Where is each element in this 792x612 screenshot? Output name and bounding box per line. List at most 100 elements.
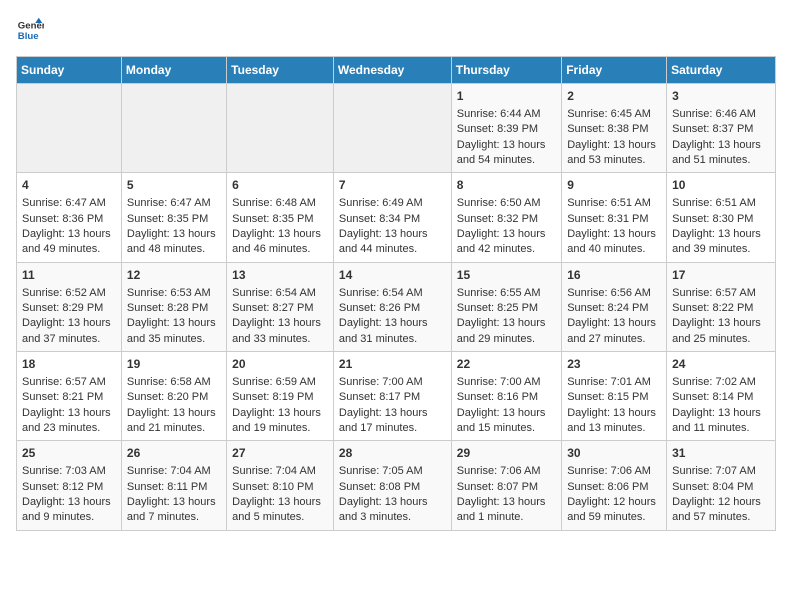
calendar-cell: 20Sunrise: 6:59 AMSunset: 8:19 PMDayligh… xyxy=(227,352,334,441)
calendar-cell: 5Sunrise: 6:47 AMSunset: 8:35 PMDaylight… xyxy=(121,173,226,262)
sunrise-text: Sunrise: 6:51 AM xyxy=(672,196,770,211)
day-number: 26 xyxy=(127,445,221,462)
day-number: 2 xyxy=(567,88,661,105)
calendar-cell: 22Sunrise: 7:00 AMSunset: 8:16 PMDayligh… xyxy=(451,352,561,441)
daylight-text: Daylight: 13 hours and 27 minutes. xyxy=(567,316,661,347)
day-number: 17 xyxy=(672,267,770,284)
svg-text:Blue: Blue xyxy=(18,31,39,42)
day-number: 4 xyxy=(22,177,116,194)
week-row-3: 11Sunrise: 6:52 AMSunset: 8:29 PMDayligh… xyxy=(17,262,776,351)
column-header-friday: Friday xyxy=(562,57,667,84)
daylight-text: Daylight: 13 hours and 51 minutes. xyxy=(672,138,770,169)
daylight-text: Daylight: 13 hours and 25 minutes. xyxy=(672,316,770,347)
calendar-cell: 26Sunrise: 7:04 AMSunset: 8:11 PMDayligh… xyxy=(121,441,226,530)
daylight-text: Daylight: 13 hours and 39 minutes. xyxy=(672,227,770,258)
day-number: 7 xyxy=(339,177,446,194)
calendar-cell: 1Sunrise: 6:44 AMSunset: 8:39 PMDaylight… xyxy=(451,84,561,173)
sunrise-text: Sunrise: 6:58 AM xyxy=(127,375,221,390)
calendar-cell: 16Sunrise: 6:56 AMSunset: 8:24 PMDayligh… xyxy=(562,262,667,351)
calendar-cell: 9Sunrise: 6:51 AMSunset: 8:31 PMDaylight… xyxy=(562,173,667,262)
day-number: 22 xyxy=(457,356,556,373)
calendar-cell: 28Sunrise: 7:05 AMSunset: 8:08 PMDayligh… xyxy=(333,441,451,530)
header-row: SundayMondayTuesdayWednesdayThursdayFrid… xyxy=(17,57,776,84)
sunrise-text: Sunrise: 7:05 AM xyxy=(339,464,446,479)
sunrise-text: Sunrise: 6:46 AM xyxy=(672,107,770,122)
day-number: 3 xyxy=(672,88,770,105)
sunrise-text: Sunrise: 7:03 AM xyxy=(22,464,116,479)
sunset-text: Sunset: 8:28 PM xyxy=(127,301,221,316)
sunset-text: Sunset: 8:04 PM xyxy=(672,480,770,495)
daylight-text: Daylight: 13 hours and 15 minutes. xyxy=(457,406,556,437)
logo: General Blue xyxy=(16,16,44,44)
sunrise-text: Sunrise: 6:56 AM xyxy=(567,286,661,301)
daylight-text: Daylight: 13 hours and 42 minutes. xyxy=(457,227,556,258)
daylight-text: Daylight: 13 hours and 11 minutes. xyxy=(672,406,770,437)
calendar-cell xyxy=(17,84,122,173)
daylight-text: Daylight: 13 hours and 23 minutes. xyxy=(22,406,116,437)
daylight-text: Daylight: 12 hours and 59 minutes. xyxy=(567,495,661,526)
daylight-text: Daylight: 13 hours and 35 minutes. xyxy=(127,316,221,347)
sunrise-text: Sunrise: 6:45 AM xyxy=(567,107,661,122)
sunset-text: Sunset: 8:39 PM xyxy=(457,122,556,137)
sunrise-text: Sunrise: 6:48 AM xyxy=(232,196,328,211)
daylight-text: Daylight: 13 hours and 1 minute. xyxy=(457,495,556,526)
calendar-cell: 3 Sunrise: 6:46 AMSunset: 8:37 PMDaylight… xyxy=(667,84,776,173)
calendar-cell: 8Sunrise: 6:50 AMSunset: 8:32 PMDaylight… xyxy=(451,173,561,262)
daylight-text: Daylight: 13 hours and 37 minutes. xyxy=(22,316,116,347)
daylight-text: Daylight: 13 hours and 44 minutes. xyxy=(339,227,446,258)
week-row-1: 1Sunrise: 6:44 AMSunset: 8:39 PMDaylight… xyxy=(17,84,776,173)
day-number: 14 xyxy=(339,267,446,284)
calendar-cell: 14Sunrise: 6:54 AMSunset: 8:26 PMDayligh… xyxy=(333,262,451,351)
day-number: 31 xyxy=(672,445,770,462)
daylight-text: Daylight: 13 hours and 5 minutes. xyxy=(232,495,328,526)
day-number: 27 xyxy=(232,445,328,462)
sunset-text: Sunset: 8:29 PM xyxy=(22,301,116,316)
sunrise-text: Sunrise: 6:54 AM xyxy=(232,286,328,301)
day-number: 21 xyxy=(339,356,446,373)
daylight-text: Daylight: 13 hours and 54 minutes. xyxy=(457,138,556,169)
sunset-text: Sunset: 8:32 PM xyxy=(457,212,556,227)
calendar-cell: 29Sunrise: 7:06 AMSunset: 8:07 PMDayligh… xyxy=(451,441,561,530)
sunset-text: Sunset: 8:35 PM xyxy=(127,212,221,227)
daylight-text: Daylight: 13 hours and 49 minutes. xyxy=(22,227,116,258)
sunset-text: Sunset: 8:37 PM xyxy=(672,122,770,137)
daylight-text: Daylight: 13 hours and 29 minutes. xyxy=(457,316,556,347)
calendar-table: SundayMondayTuesdayWednesdayThursdayFrid… xyxy=(16,56,776,531)
sunset-text: Sunset: 8:19 PM xyxy=(232,390,328,405)
sunset-text: Sunset: 8:11 PM xyxy=(127,480,221,495)
sunset-text: Sunset: 8:26 PM xyxy=(339,301,446,316)
sunrise-text: Sunrise: 7:01 AM xyxy=(567,375,661,390)
sunset-text: Sunset: 8:15 PM xyxy=(567,390,661,405)
day-number: 20 xyxy=(232,356,328,373)
sunset-text: Sunset: 8:25 PM xyxy=(457,301,556,316)
sunrise-text: Sunrise: 7:07 AM xyxy=(672,464,770,479)
sunrise-text: Sunrise: 6:57 AM xyxy=(22,375,116,390)
day-number: 23 xyxy=(567,356,661,373)
sunset-text: Sunset: 8:34 PM xyxy=(339,212,446,227)
calendar-cell xyxy=(333,84,451,173)
calendar-cell: 30Sunrise: 7:06 AMSunset: 8:06 PMDayligh… xyxy=(562,441,667,530)
sunset-text: Sunset: 8:14 PM xyxy=(672,390,770,405)
day-number: 19 xyxy=(127,356,221,373)
sunrise-text: Sunrise: 7:04 AM xyxy=(127,464,221,479)
column-header-monday: Monday xyxy=(121,57,226,84)
daylight-text: Daylight: 13 hours and 13 minutes. xyxy=(567,406,661,437)
calendar-cell: 18Sunrise: 6:57 AMSunset: 8:21 PMDayligh… xyxy=(17,352,122,441)
sunrise-text: Sunrise: 7:06 AM xyxy=(567,464,661,479)
day-number: 30 xyxy=(567,445,661,462)
day-number: 5 xyxy=(127,177,221,194)
sunrise-text: Sunrise: 6:49 AM xyxy=(339,196,446,211)
daylight-text: Daylight: 13 hours and 21 minutes. xyxy=(127,406,221,437)
day-number: 25 xyxy=(22,445,116,462)
sunset-text: Sunset: 8:17 PM xyxy=(339,390,446,405)
daylight-text: Daylight: 13 hours and 3 minutes. xyxy=(339,495,446,526)
sunrise-text: Sunrise: 6:59 AM xyxy=(232,375,328,390)
calendar-cell: 23 Sunrise: 7:01 AMSunset: 8:15 PMDayligh… xyxy=(562,352,667,441)
calendar-cell: 24Sunrise: 7:02 AMSunset: 8:14 PMDayligh… xyxy=(667,352,776,441)
week-row-5: 25Sunrise: 7:03 AMSunset: 8:12 PMDayligh… xyxy=(17,441,776,530)
sunrise-text: Sunrise: 6:52 AM xyxy=(22,286,116,301)
sunrise-text: Sunrise: 6:54 AM xyxy=(339,286,446,301)
calendar-cell: 15Sunrise: 6:55 AMSunset: 8:25 PMDayligh… xyxy=(451,262,561,351)
calendar-cell: 17Sunrise: 6:57 AMSunset: 8:22 PMDayligh… xyxy=(667,262,776,351)
day-number: 8 xyxy=(457,177,556,194)
